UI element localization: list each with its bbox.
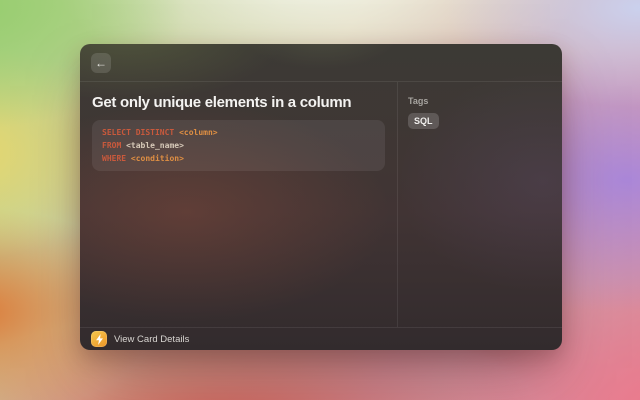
- flashcard-window: ← Get only unique elements in a column S…: [80, 44, 562, 350]
- card-content-panel: Get only unique elements in a column SEL…: [80, 82, 398, 327]
- window-body: Get only unique elements in a column SEL…: [80, 82, 562, 327]
- code-line: WHERE <condition>: [102, 152, 375, 165]
- tag-badge[interactable]: SQL: [408, 113, 439, 129]
- tags-panel: Tags SQL: [398, 82, 562, 327]
- code-line: FROM <table_name>: [102, 139, 375, 152]
- tags-label: Tags: [408, 96, 552, 106]
- view-card-details-button[interactable]: View Card Details: [80, 327, 562, 350]
- window-header: ←: [80, 44, 562, 82]
- card-title: Get only unique elements in a column: [92, 94, 385, 111]
- view-card-details-label: View Card Details: [114, 334, 189, 345]
- code-line: SELECT DISTINCT <column>: [102, 126, 375, 139]
- zap-icon: [91, 331, 107, 347]
- back-button[interactable]: ←: [91, 53, 111, 73]
- tag-list: SQL: [408, 113, 552, 129]
- code-block: SELECT DISTINCT <column>FROM <table_name…: [92, 120, 385, 171]
